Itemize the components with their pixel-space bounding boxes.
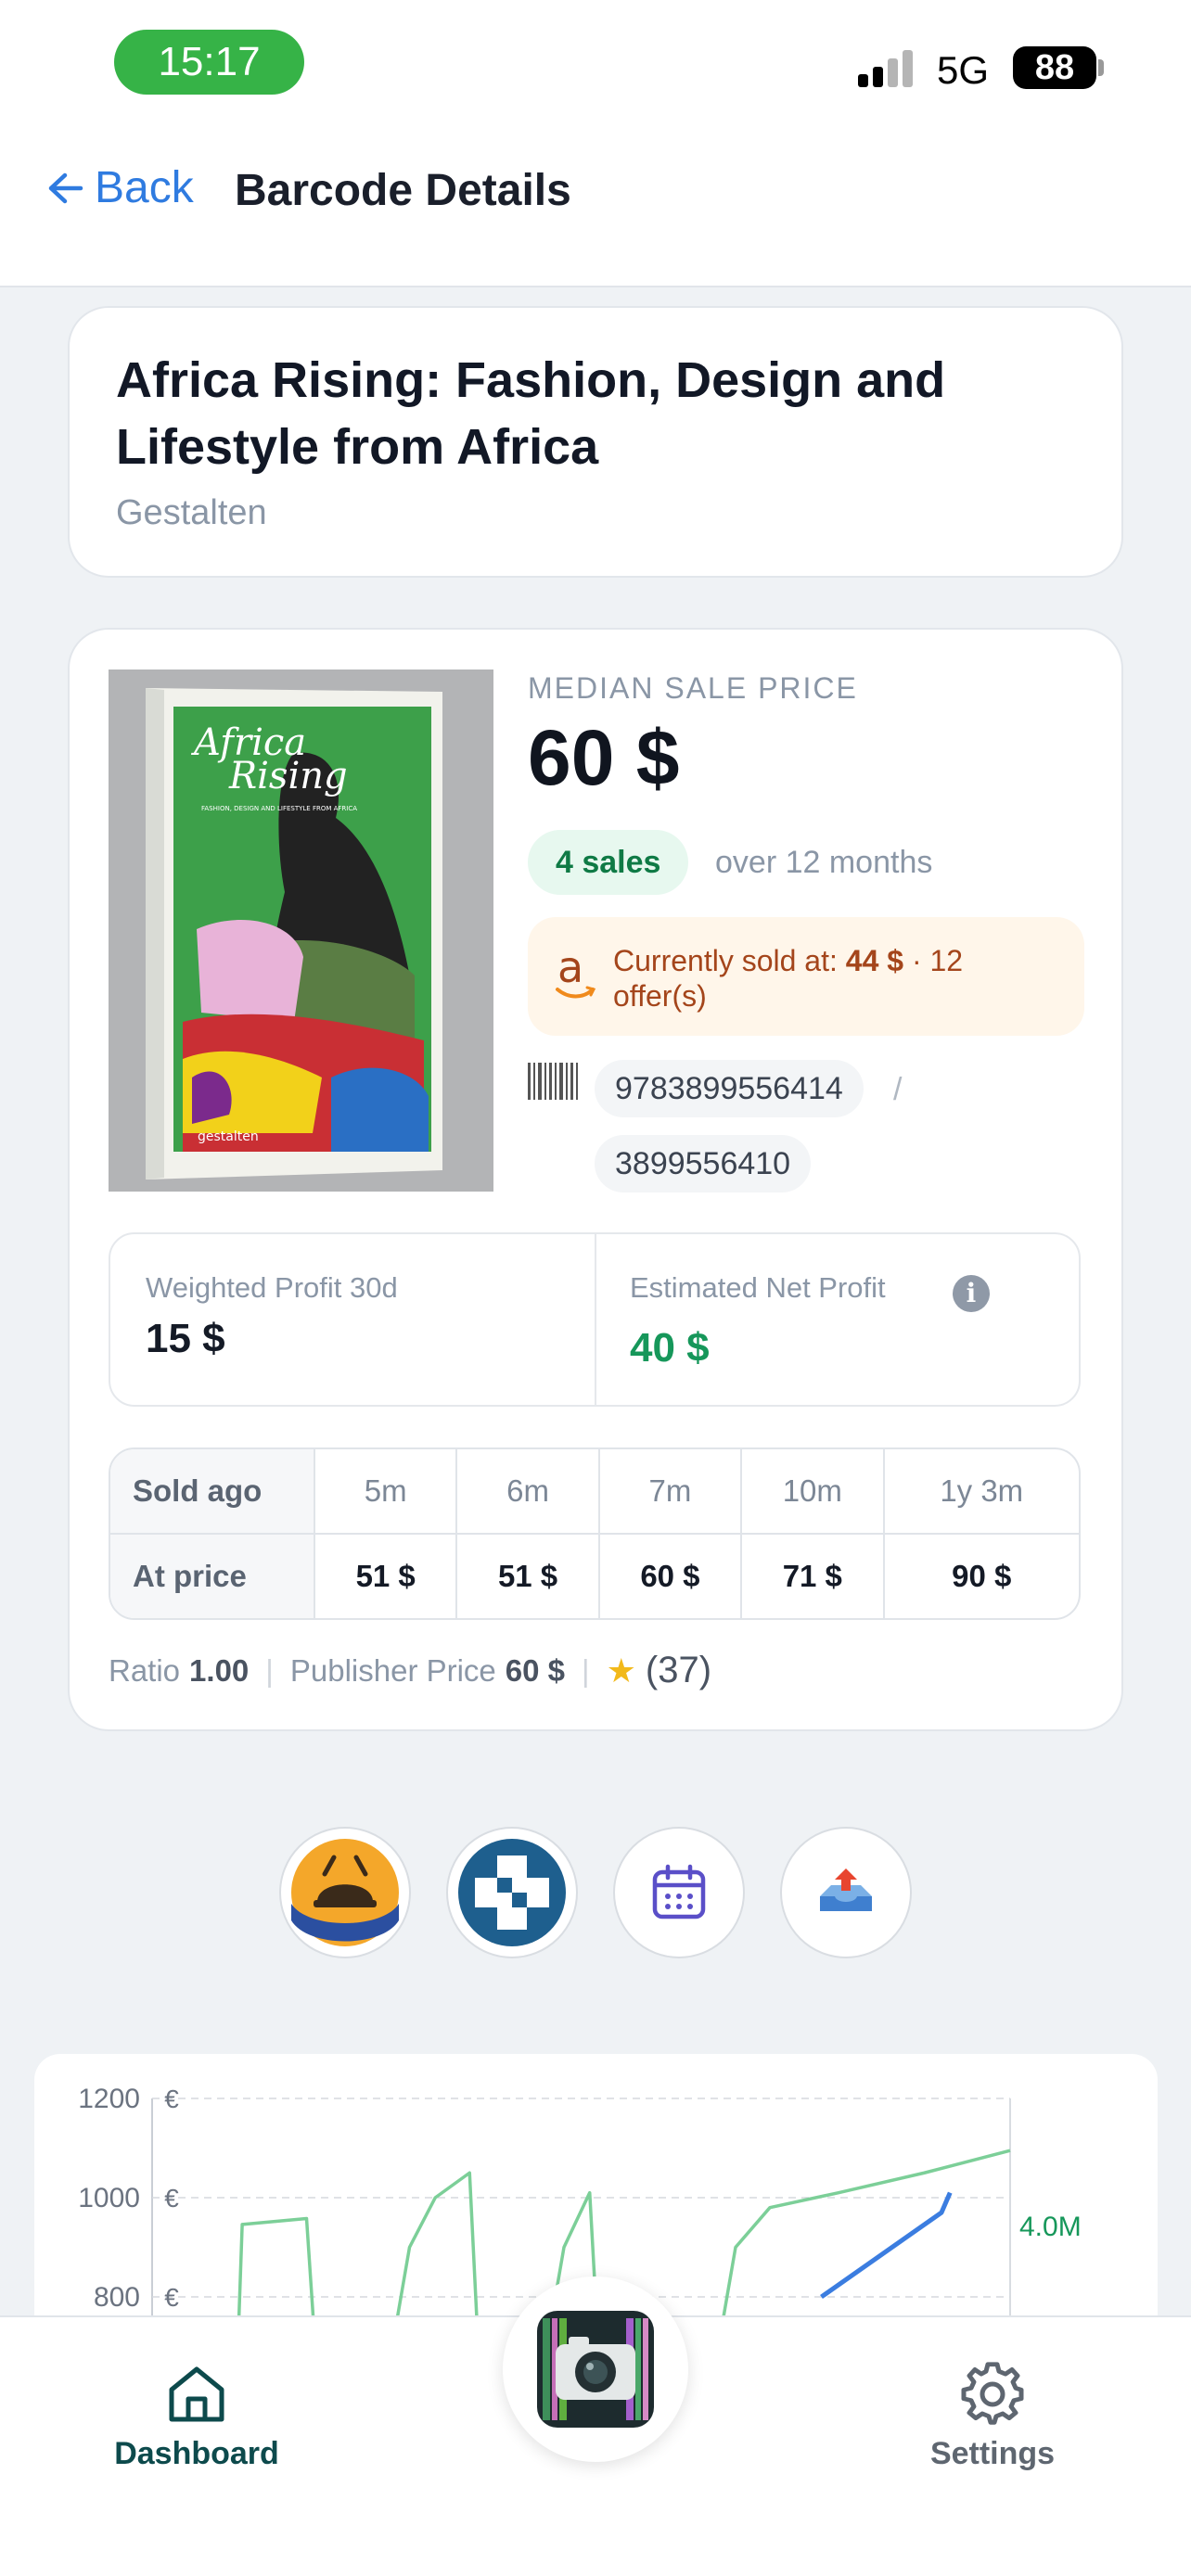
sold-age-cell: 5m [314, 1449, 458, 1535]
network-type: 5G [937, 48, 990, 92]
cover-imprint: gestalten [198, 1129, 259, 1144]
sold-price-cell: 60 $ [598, 1534, 743, 1618]
status-bar: 15:17 5G 88 [0, 0, 1191, 111]
amazon-icon: a [556, 947, 596, 999]
publisher-price-value: 60 $ [505, 1652, 566, 1688]
chart-price-line [396, 2171, 479, 2315]
ratio-label: Ratio [109, 1652, 181, 1688]
sold-price-cell: 51 $ [456, 1534, 600, 1618]
chart-y-unit-label: € [164, 2184, 179, 2213]
divider: | [265, 1652, 274, 1688]
chart-y-tick-label: 1200 [78, 2084, 140, 2114]
chart-right-axis-label: 4.0M [1019, 2212, 1082, 2242]
page-title: Barcode Details [235, 166, 571, 215]
amazon-offer-box[interactable]: a Currently sold at: 44 $ · 12 offer(s) [528, 917, 1084, 1036]
marketplace-button[interactable] [279, 1827, 411, 1958]
book-title-card: Africa Rising: Fashion, Design and Lifes… [68, 306, 1123, 578]
export-button[interactable] [780, 1827, 912, 1958]
chart-price-line [722, 2149, 1011, 2315]
sold-history-table: Sold ago 5m 6m 7m 10m 1y 3m At price 51 … [109, 1447, 1081, 1620]
sold-price-cell: 51 $ [314, 1534, 458, 1618]
isbn10-code[interactable]: 3899556410 [595, 1135, 812, 1192]
book-cover-image: Africa Rising FASHION, DESIGN AND LIFEST… [109, 670, 493, 1192]
sold-ago-header: Sold ago [110, 1449, 315, 1535]
sold-age-cell: 10m [741, 1449, 885, 1535]
chart-price-line [237, 2216, 315, 2315]
home-icon [169, 2366, 224, 2422]
sold-price-cell: 90 $ [952, 1559, 1012, 1593]
sales-period: over 12 months [715, 845, 933, 880]
camera-scan-icon [537, 2311, 654, 2428]
schedule-button[interactable] [613, 1827, 745, 1958]
cover-subtitle: FASHION, DESIGN AND LIFESTYLE FROM AFRIC… [201, 805, 357, 812]
ratio-value: 1.00 [189, 1652, 250, 1688]
amazon-prefix: Currently sold at: [613, 944, 838, 977]
ean-code[interactable]: 9783899556414 [595, 1060, 864, 1117]
back-button[interactable]: Back [46, 162, 194, 213]
svg-text:a: a [557, 947, 583, 992]
calendar-icon [652, 1864, 706, 1919]
barcode-icon [528, 1063, 578, 1100]
tab-settings[interactable]: Settings [872, 2362, 1113, 2472]
info-icon[interactable]: i [953, 1275, 990, 1312]
tab-settings-label: Settings [929, 2436, 1056, 2471]
sold-age-cell: 7m [598, 1449, 743, 1535]
sold-price-cell: 71 $ [741, 1534, 885, 1618]
sold-age-cell: 6m [456, 1449, 600, 1535]
battery-icon: 88 [1013, 46, 1096, 89]
amazon-price: 44 $ [845, 944, 904, 977]
median-price-value: 60 $ [528, 714, 680, 801]
back-label: Back [95, 163, 194, 212]
net-profit-label: Estimated Net Profit [630, 1271, 886, 1304]
stats-row: Ratio 1.00 | Publisher Price 60 $ | ★ (3… [109, 1650, 711, 1691]
sales-count-badge: 4 sales [528, 830, 689, 895]
book-title: Africa Rising: Fashion, Design and Lifes… [116, 352, 946, 475]
gear-icon [961, 2362, 1024, 2425]
amazon-offer-text: Currently sold at: 44 $ · 12 offer(s) [613, 943, 1058, 1014]
medical-cross-logo-icon [458, 1839, 566, 1946]
tab-dashboard-label: Dashboard [114, 2436, 279, 2471]
cover-title-2: Rising [228, 755, 348, 797]
sold-age-cell: 1y 3m [883, 1449, 1079, 1535]
chart-y-tick-label: 1000 [78, 2183, 140, 2213]
table-row: Sold ago 5m 6m 7m 10m 1y 3m [110, 1449, 1079, 1535]
chart-y-unit-label: € [164, 2085, 179, 2113]
chart-y-tick-label: 800 [94, 2282, 140, 2313]
median-price-label: MEDIAN SALE PRICE [528, 671, 858, 705]
arrow-left-icon [48, 172, 83, 203]
nav-header: Back Barcode Details [0, 111, 1191, 287]
chart-y-unit-label: € [164, 2283, 179, 2312]
book-publisher: Gestalten [116, 493, 267, 532]
marketplace-logo-icon [291, 1839, 399, 1946]
weighted-profit-label: Weighted Profit 30d [146, 1271, 398, 1304]
rating-count: (37) [645, 1650, 712, 1690]
status-time: 15:17 [114, 30, 304, 95]
upload-tray-icon [820, 1868, 872, 1911]
battery-nub [1098, 59, 1104, 76]
weighted-profit-value: 15 $ [146, 1316, 225, 1361]
pricing-card: Africa Rising FASHION, DESIGN AND LIFEST… [68, 628, 1123, 1731]
profit-summary: Weighted Profit 30d 15 $ Estimated Net P… [109, 1232, 1081, 1407]
tab-dashboard[interactable]: Dashboard [76, 2362, 317, 2472]
at-price-header: At price [110, 1534, 315, 1618]
scan-camera-button[interactable] [503, 2276, 688, 2462]
net-profit-value: 40 $ [630, 1325, 710, 1371]
code-separator: / [893, 1072, 903, 1107]
chart-rank-line [820, 2191, 953, 2300]
pharmacy-button[interactable] [446, 1827, 578, 1958]
profit-divider [595, 1234, 596, 1407]
table-row: At price 51 $ 51 $ 60 $ 71 $ 90 $ [110, 1534, 1079, 1618]
star-icon: ★ [606, 1651, 636, 1690]
signal-icon [858, 50, 913, 87]
publisher-price-label: Publisher Price [289, 1652, 496, 1688]
divider: | [582, 1652, 590, 1688]
